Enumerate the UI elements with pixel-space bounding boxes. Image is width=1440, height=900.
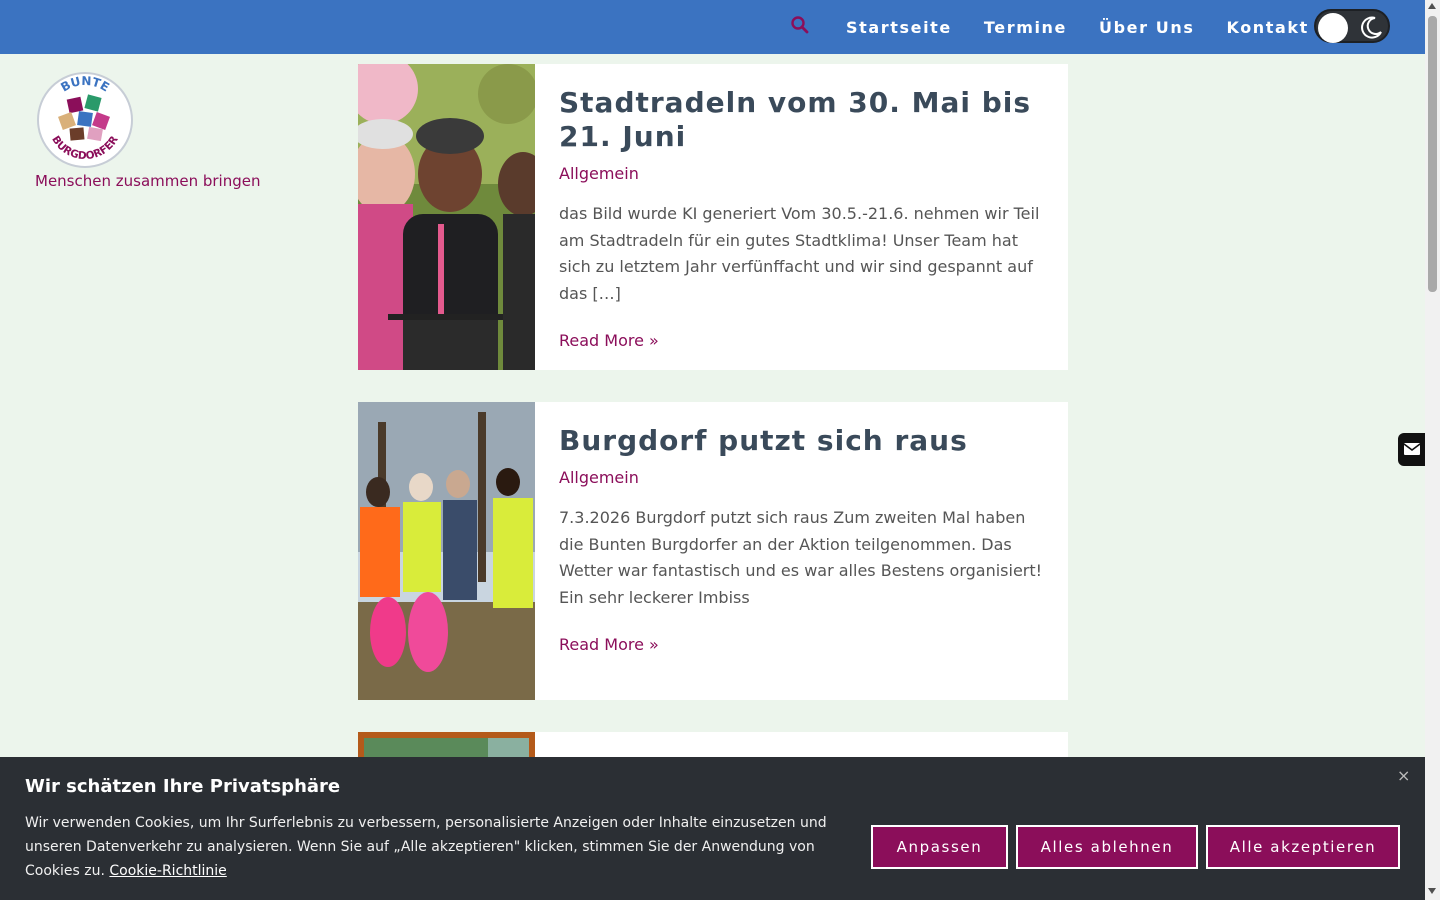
contact-side-button[interactable] xyxy=(1398,433,1425,466)
post-excerpt: 7.3.2026 Burgdorf putzt sich raus Zum zw… xyxy=(559,508,1043,607)
post-excerpt: das Bild wurde KI generiert Vom 30.5.-21… xyxy=(559,204,1040,303)
scroll-up-arrow[interactable] xyxy=(1428,3,1436,9)
page-scrollbar[interactable] xyxy=(1425,0,1440,900)
post-category[interactable]: Allgemein xyxy=(559,468,1044,487)
post-thumbnail[interactable] xyxy=(358,402,535,700)
accept-all-button[interactable]: Alle akzeptieren xyxy=(1206,825,1400,869)
scroll-down-arrow[interactable] xyxy=(1428,888,1436,894)
post-category[interactable]: Allgemein xyxy=(559,164,1044,183)
post-title[interactable]: Burgdorf putzt sich raus xyxy=(559,424,1044,458)
close-icon[interactable]: × xyxy=(1397,766,1410,785)
post-thumbnail[interactable] xyxy=(358,64,535,370)
scroll-thumb[interactable] xyxy=(1428,16,1437,292)
toggle-knob xyxy=(1318,13,1348,43)
cookie-text: Wir verwenden Cookies, um Ihr Surferlebn… xyxy=(25,811,845,883)
site-logo[interactable]: BUNTE BURGDORFER xyxy=(36,70,134,170)
nav-ueber-uns[interactable]: Über Uns xyxy=(1099,18,1194,37)
cookie-consent-banner: Wir schätzen Ihre Privatsphäre Wir verwe… xyxy=(0,757,1425,900)
top-navigation-bar: Startseite Termine Über Uns Kontakt xyxy=(0,0,1425,54)
dark-mode-toggle[interactable] xyxy=(1314,9,1390,43)
customize-button[interactable]: Anpassen xyxy=(871,825,1008,869)
nav-termine[interactable]: Termine xyxy=(984,18,1067,37)
read-more-link[interactable]: Read More » xyxy=(559,331,1044,350)
nav-kontakt[interactable]: Kontakt xyxy=(1226,18,1308,37)
cleanup-team-image xyxy=(358,402,535,700)
moon-icon xyxy=(1361,16,1382,39)
read-more-link[interactable]: Read More » xyxy=(559,635,1044,654)
envelope-icon xyxy=(1403,443,1421,455)
post-content: Stadtradeln vom 30. Mai bis 21. Juni All… xyxy=(535,64,1068,370)
reject-all-button[interactable]: Alles ablehnen xyxy=(1016,825,1198,869)
site-tagline[interactable]: Menschen zusammen bringen xyxy=(35,172,260,190)
cookie-title: Wir schätzen Ihre Privatsphäre xyxy=(25,776,341,797)
cyclist-image xyxy=(358,64,535,370)
post-card: Stadtradeln vom 30. Mai bis 21. Juni All… xyxy=(358,64,1068,370)
post-content: Burgdorf putzt sich raus Allgemein 7.3.2… xyxy=(535,402,1068,700)
main-nav: Startseite Termine Über Uns Kontakt xyxy=(830,0,1325,54)
post-title[interactable]: Stadtradeln vom 30. Mai bis 21. Juni xyxy=(559,86,1044,154)
search-icon[interactable] xyxy=(790,15,810,35)
post-card: Burgdorf putzt sich raus Allgemein 7.3.2… xyxy=(358,402,1068,700)
cookie-policy-link[interactable]: Cookie-Richtlinie xyxy=(109,863,226,879)
nav-startseite[interactable]: Startseite xyxy=(846,18,952,37)
